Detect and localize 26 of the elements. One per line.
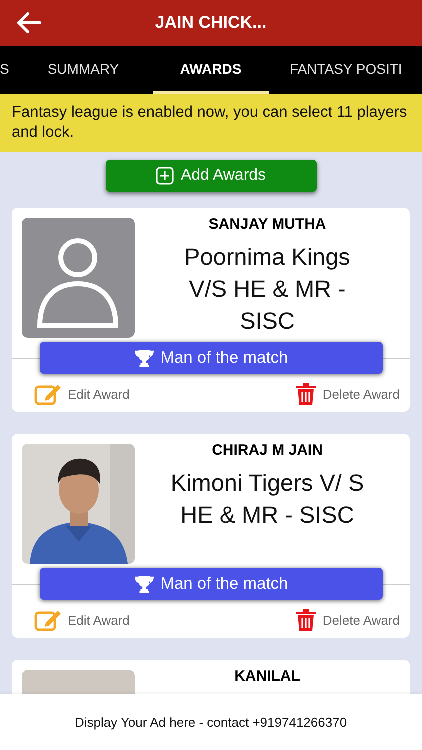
trophy-icon <box>134 348 155 368</box>
match-title: Poornima Kings V/S HE & MR - SISC <box>184 243 352 336</box>
trash-icon <box>294 608 317 632</box>
notice-banner: Fantasy league is enabled now, you can select 11 players and lock. <box>0 94 422 152</box>
plus-icon <box>156 167 174 185</box>
edit-icon <box>34 382 62 406</box>
edit-award-button[interactable]: Edit Award <box>34 608 130 632</box>
delete-award-button[interactable]: Delete Award <box>294 608 400 632</box>
match-title: Kimoni Tigers V/ S HE & MR - SISC <box>170 469 366 530</box>
back-arrow-icon[interactable] <box>16 12 42 34</box>
player-name: SANJAY MUTHA <box>208 216 326 233</box>
tab[interactable]: FANTASY POSITI <box>269 46 402 94</box>
add-awards-button[interactable]: Add Awards <box>106 160 316 192</box>
tab[interactable]: S <box>0 46 14 94</box>
edit-award-button[interactable]: Edit Award <box>34 382 130 406</box>
award-badge: Man of the match <box>40 568 382 600</box>
trash-icon <box>294 382 317 406</box>
trophy-icon <box>134 574 155 594</box>
delete-award-button[interactable]: Delete Award <box>294 382 400 406</box>
tab[interactable]: SUMMARY <box>14 46 153 94</box>
player-name: KANILAL <box>234 668 300 685</box>
screen-title: JAIN CHICK... <box>155 13 267 33</box>
player-name: CHIRAJ M JAIN <box>212 442 323 459</box>
edit-icon <box>34 608 62 632</box>
award-badge: Man of the match <box>40 342 382 374</box>
ad-text: Display Your Ad here - contact +919741266370 <box>74 714 348 730</box>
